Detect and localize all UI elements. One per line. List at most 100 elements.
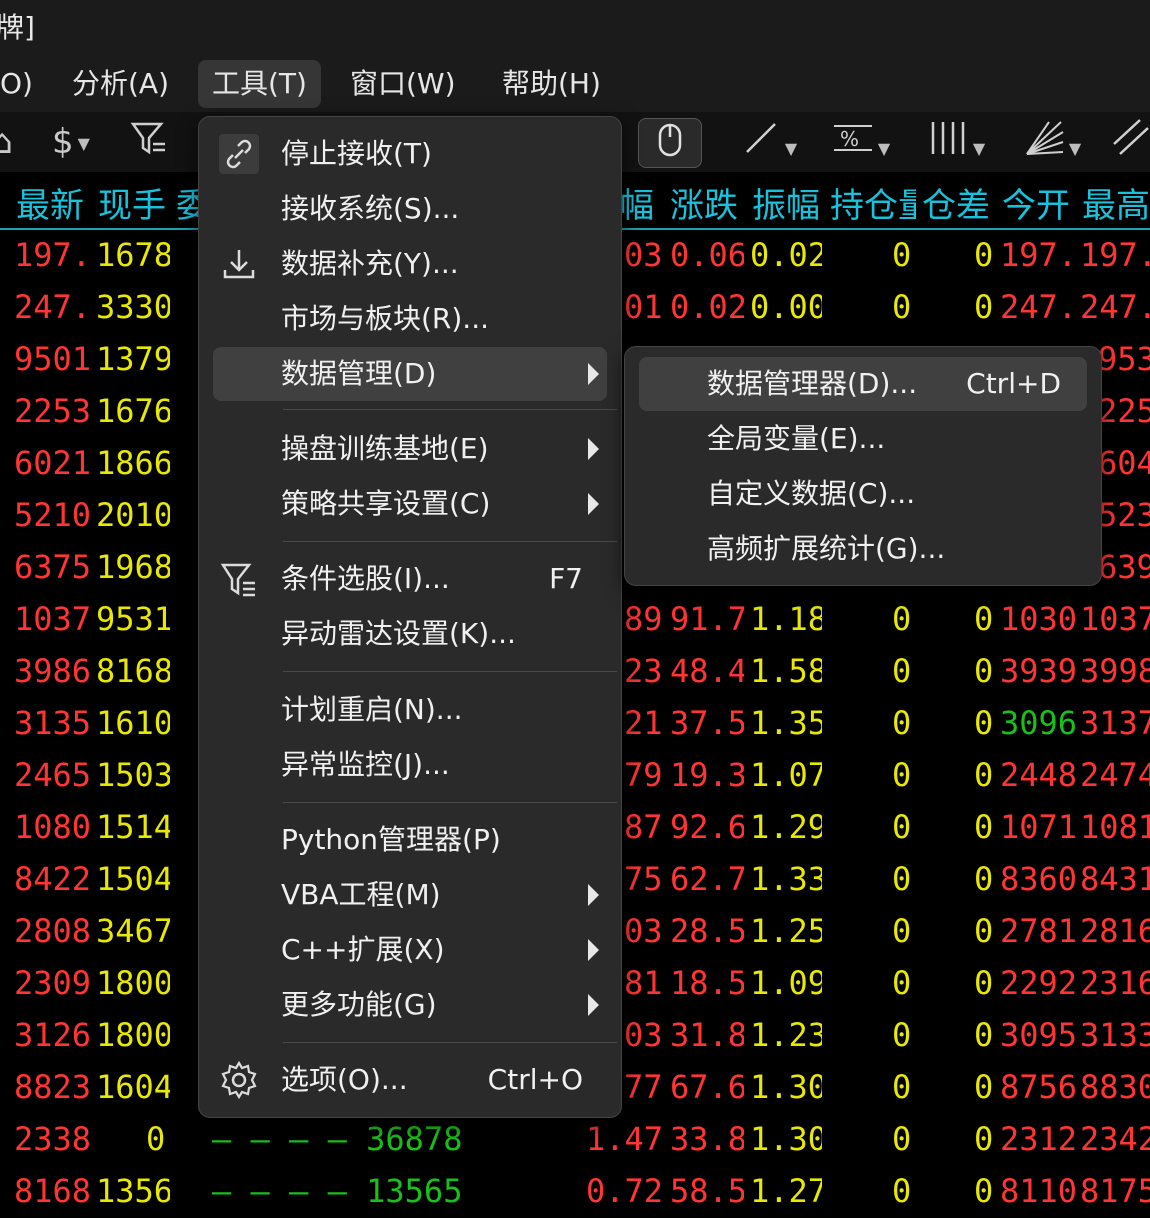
cell-amplitude: 1.30 <box>750 1068 822 1106</box>
menu-strategy-share-label: 策略共享设置(C) <box>281 487 491 520</box>
menu-custom-data-label: 自定义数据(C)... <box>707 477 916 510</box>
menu-radar-settings[interactable]: 异动雷达设置(K)... <box>213 607 607 661</box>
menu-stock-screener[interactable]: 条件选股(I)... F7 <box>213 552 607 606</box>
table-row[interactable]: 2338 0— — — — 36878 1.47 33.8 1.30 0 0 2312 2342 <box>0 1114 1150 1166</box>
col-latest[interactable]: 最新 <box>16 178 84 227</box>
menu-cpp-extension[interactable]: C++扩展(X) <box>213 923 607 977</box>
menu-hf-stats[interactable]: 高频扩展统计(G)... <box>639 522 1087 576</box>
cell-amplitude: 1.58 <box>750 652 822 690</box>
cell-high: 247. <box>1080 288 1150 326</box>
col-open[interactable]: 今开 <box>1002 178 1070 227</box>
cell-volume: 9531 <box>96 600 170 638</box>
cell-volume: 2010 <box>96 496 170 534</box>
menu-analysis[interactable]: 分析(A) <box>58 60 183 108</box>
cell-volume: 3330 <box>96 288 170 326</box>
cell-amplitude: 1.23 <box>750 1016 822 1054</box>
shortcut-ctrl-o: Ctrl+O <box>487 1063 583 1096</box>
currency-dropdown[interactable]: $ ▼ <box>40 118 102 166</box>
cell-open-interest: 0 <box>892 808 912 846</box>
menu-global-variables[interactable]: 全局变量(E)... <box>639 412 1087 466</box>
filter-tool-icon[interactable] <box>128 118 168 166</box>
menu-trading-training[interactable]: 操盘训练基地(E) <box>213 422 607 476</box>
cell-open-interest: 0 <box>892 288 912 326</box>
cell-open-interest: 0 <box>892 652 912 690</box>
menu-market-sector[interactable]: 市场与板块(R)... <box>213 292 607 346</box>
fan-lines-icon[interactable]: ▼ <box>1016 118 1088 166</box>
submenu-arrow-icon <box>588 363 599 385</box>
cell-volume: 8168 <box>96 652 170 690</box>
cell-high: 2816 <box>1080 912 1150 950</box>
menu-anomaly-monitor[interactable]: 异常监控(J)... <box>213 738 607 792</box>
menu-window[interactable]: 窗口(W) <box>336 60 470 108</box>
menu-python-manager[interactable]: Python管理器(P) <box>213 813 607 867</box>
data-management-submenu: 数据管理器(D)... Ctrl+D 全局变量(E)... 自定义数据(C)..… <box>624 346 1102 586</box>
dollar-icon: $ <box>52 122 74 162</box>
cell-change: 28.5 <box>670 912 744 950</box>
menu-data-manager-label: 数据管理器(D)... <box>707 367 918 400</box>
mouse-icon[interactable] <box>638 118 702 168</box>
menu-custom-data[interactable]: 自定义数据(C)... <box>639 467 1087 521</box>
cell-amplitude: 1.09 <box>750 964 822 1002</box>
cell-volume: 1676 <box>96 392 170 430</box>
col-open-interest[interactable]: 持仓量 <box>830 178 916 227</box>
menu-data-management[interactable]: 数据管理(D) <box>213 347 607 401</box>
col-high[interactable]: 最高 <box>1082 178 1150 227</box>
cell-high: 3998 <box>1080 652 1150 690</box>
shortcut-f7: F7 <box>549 562 583 595</box>
menu-python-manager-label: Python管理器(P) <box>281 823 501 856</box>
percent-line-icon[interactable]: % ▼ <box>826 118 896 166</box>
cell-change: 48.4 <box>670 652 744 690</box>
menu-separator <box>283 671 617 672</box>
cell-amplitude: 0.00 <box>750 288 822 326</box>
cell-change: 31.8 <box>670 1016 744 1054</box>
col-change[interactable]: 涨跌 <box>670 178 738 227</box>
download-icon <box>219 244 259 284</box>
submenu-arrow-icon <box>588 438 599 460</box>
cell-change-pct: 23 <box>624 652 663 690</box>
cell-high: 9539 <box>1098 340 1150 378</box>
cell-latest: 2338 <box>14 1120 90 1158</box>
cell-latest: 6375 <box>14 548 90 586</box>
line-tool-icon[interactable]: ▼ <box>734 118 804 166</box>
cell-high: 6044 <box>1098 444 1150 482</box>
cell-open: 197. <box>1000 236 1076 274</box>
table-row[interactable]: 8168 1356— — — — 13565 0.72 58.5 1.27 0 0 8110 8… <box>0 1166 1150 1218</box>
menu-data-supplement[interactable]: 数据补充(Y)... <box>213 237 607 291</box>
col-volume[interactable]: 现手 <box>98 178 166 227</box>
cell-change-pct: 79 <box>624 756 663 794</box>
cell-high: 8175 <box>1080 1172 1150 1210</box>
menu-stop-receiving[interactable]: 停止接收(T) <box>213 127 607 181</box>
parallel-lines-icon[interactable] <box>1110 118 1150 166</box>
cell-change-pct: 77 <box>624 1068 663 1106</box>
menu-help[interactable]: 帮助(H) <box>488 60 615 108</box>
menu-more-features[interactable]: 更多功能(G) <box>213 978 607 1032</box>
cell-volume: 1503 <box>96 756 170 794</box>
filter-icon <box>219 559 259 599</box>
menu-scheduled-restart[interactable]: 计划重启(N)... <box>213 683 607 737</box>
cell-open: 3095 <box>1000 1016 1076 1054</box>
menu-o[interactable]: O) <box>0 60 47 108</box>
menu-data-manager[interactable]: 数据管理器(D)... Ctrl+D <box>639 357 1087 411</box>
cell-open: 8110 <box>1000 1172 1076 1210</box>
menu-vba-project[interactable]: VBA工程(M) <box>213 868 607 922</box>
cell-latest: 1037 <box>14 600 90 638</box>
cell-open: 2312 <box>1000 1120 1076 1158</box>
cell-oi-change: 0 <box>974 652 994 690</box>
col-amplitude[interactable]: 振幅 <box>752 178 820 227</box>
col-oi-change[interactable]: 仓差 <box>922 178 990 227</box>
cell-open: 247. <box>1000 288 1076 326</box>
menu-receive-system[interactable]: 接收系统(S)... <box>213 182 607 236</box>
menu-strategy-share[interactable]: 策略共享设置(C) <box>213 477 607 531</box>
menu-options[interactable]: 选项(O)... Ctrl+O <box>213 1053 607 1107</box>
cell-volume: 1800 <box>96 964 170 1002</box>
tools-dropdown-menu: 停止接收(T) 接收系统(S)... 数据补充(Y)... 市场与板块(R)..… <box>198 116 622 1118</box>
cell-latest: 8823 <box>14 1068 90 1106</box>
cell-latest: 8168 <box>14 1172 90 1210</box>
home-icon[interactable]: ⌂ <box>0 118 14 166</box>
cell-change: 67.6 <box>670 1068 744 1106</box>
cell-latest: 2253 <box>14 392 90 430</box>
cell-volume: 1968 <box>96 548 170 586</box>
col-change-pct[interactable]: 幅 <box>620 178 654 227</box>
vertical-lines-icon[interactable]: ▼ <box>920 118 992 166</box>
menu-tools[interactable]: 工具(T) <box>198 60 321 108</box>
